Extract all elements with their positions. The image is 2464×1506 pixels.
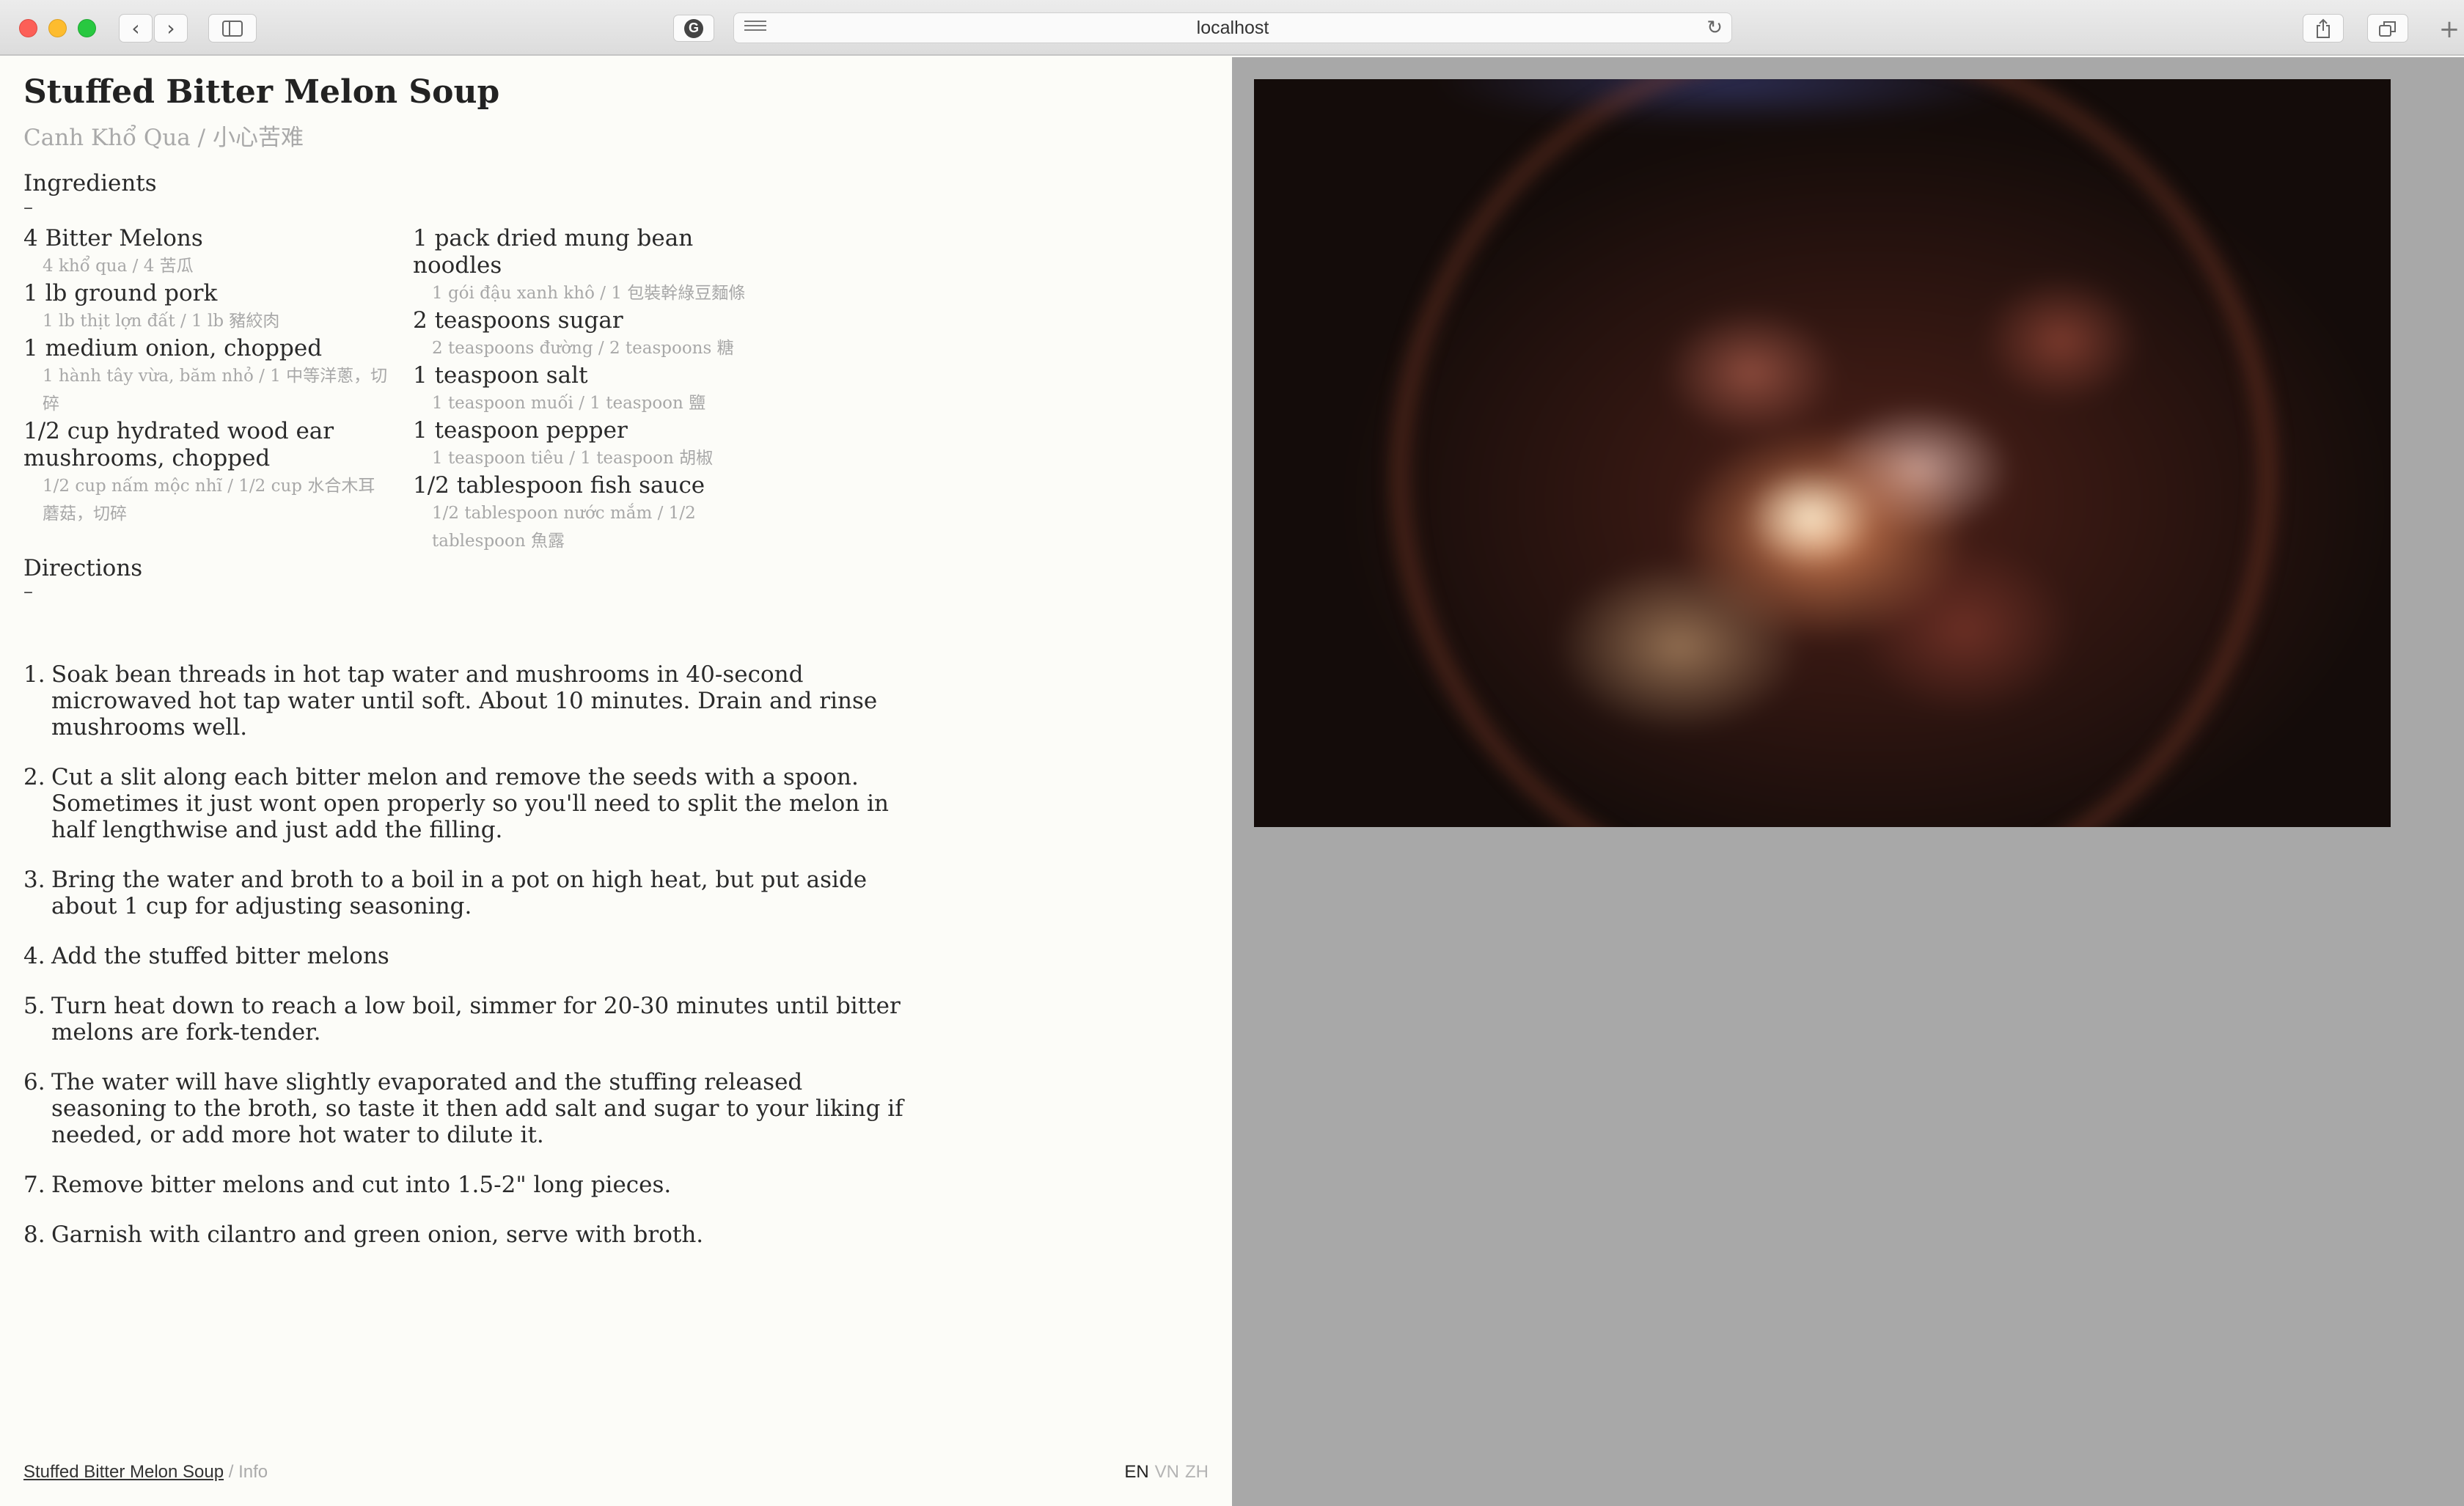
step-text: Bring the water and broth to a boil in a… [51, 867, 868, 919]
ingredients-divider: – [23, 196, 33, 218]
step-text: Add the stuffed bitter melons [51, 943, 389, 969]
browser-toolbar: ‹ › G localhost ↻ + [0, 0, 2464, 56]
step-number: 1. [23, 661, 45, 688]
direction-step: 6. The water will have slightly evaporate… [23, 1069, 918, 1148]
step-number: 5. [23, 993, 45, 1019]
footer-info-link[interactable]: Info [238, 1462, 268, 1482]
ingredient-name: 2 teaspoons sugar [413, 307, 623, 334]
language-option-zh[interactable]: ZH [1185, 1462, 1209, 1482]
directions-list: 1. Soak bean threads in hot tap water and… [23, 661, 918, 1271]
language-option-vn[interactable]: VN [1155, 1462, 1179, 1482]
close-window-button[interactable] [19, 19, 37, 37]
step-number: 4. [23, 943, 45, 969]
ingredient-translation: 4 khổ qua / 4 苦瓜 [43, 257, 194, 276]
ingredients-column-1: 4 Bitter Melons 4 khổ qua / 4 苦瓜 1 lb grou… [23, 225, 390, 528]
language-switcher: EN VN ZH [1118, 1462, 1209, 1483]
ingredient-translation: 1 lb thịt lợn đất / 1 lb 豬絞肉 [43, 312, 280, 331]
reload-icon[interactable]: ↻ [1706, 17, 1723, 39]
url-text: localhost [1196, 18, 1269, 38]
step-number: 6. [23, 1069, 45, 1095]
sidebar-icon [222, 20, 243, 37]
direction-step: 4. Add the stuffed bitter melons [23, 943, 918, 969]
image-pane [1232, 57, 2464, 1506]
language-option-en[interactable]: EN [1124, 1462, 1148, 1482]
sidebar-button[interactable] [208, 14, 257, 43]
step-number: 3. [23, 867, 45, 893]
recipe-subtitle: Canh Khổ Qua / 小心苦难 [23, 125, 304, 151]
ingredient-name: 1 teaspoon pepper [413, 417, 628, 444]
share-icon [2317, 18, 2330, 38]
grammarly-icon: G [684, 18, 703, 38]
footer-recipe-link[interactable]: Stuffed Bitter Melon Soup [23, 1462, 224, 1482]
direction-step: 3. Bring the water and broth to a boil in… [23, 867, 918, 919]
plus-icon: + [2438, 15, 2460, 44]
forward-button[interactable]: › [154, 14, 188, 43]
footer-breadcrumb: Stuffed Bitter Melon Soup / Info [23, 1462, 268, 1483]
direction-step: 5. Turn heat down to reach a low boil, si… [23, 993, 918, 1046]
footer-separator: / [224, 1462, 239, 1482]
ingredient-name: 1/2 tablespoon fish sauce [413, 472, 705, 499]
step-text: Remove bitter melons and cut into 1.5-2"… [51, 1172, 672, 1198]
directions-heading: Directions [23, 555, 143, 581]
ingredient-translation: 1 teaspoon tiêu / 1 teaspoon 胡椒 [432, 449, 714, 468]
address-bar[interactable]: localhost ↻ [733, 12, 1732, 43]
directions-divider: – [23, 581, 33, 603]
ingredient-name: 1 lb ground pork [23, 280, 218, 306]
ingredient-name: 1 teaspoon salt [413, 362, 588, 389]
recipe-pane: Stuffed Bitter Melon Soup Canh Khổ Qua /… [0, 57, 1232, 1506]
ingredients-heading: Ingredients [23, 170, 157, 196]
ingredient-name: 4 Bitter Melons [23, 225, 203, 251]
recipe-photo[interactable] [1254, 79, 2391, 827]
tabs-overview-button[interactable] [2367, 14, 2408, 43]
step-text: The water will have slightly evaporated … [51, 1069, 903, 1148]
tabs-icon [2379, 21, 2396, 37]
direction-step: 2. Cut a slit along each bitter melon and… [23, 764, 918, 843]
back-button[interactable]: ‹ [119, 14, 153, 43]
direction-step: 8. Garnish with cilantro and green onion,… [23, 1222, 918, 1248]
ingredients-column-2: 1 pack dried mung bean noodles 1 gói đậu … [413, 225, 780, 555]
ingredient-translation: 1/2 cup nấm mộc nhĩ / 1/2 cup 水合木耳蘑菇，切碎 [43, 477, 375, 524]
direction-step: 7. Remove bitter melons and cut into 1.5-… [23, 1172, 918, 1198]
ingredient-name: 1 pack dried mung bean noodles [413, 225, 694, 279]
zoom-window-button[interactable] [78, 19, 96, 37]
recipe-title: Stuffed Bitter Melon Soup [23, 73, 500, 111]
step-text: Soak bean threads in hot tap water and m… [51, 661, 878, 741]
photo-bowl-rim [1390, 79, 2277, 827]
chevron-right-icon: › [166, 16, 175, 40]
step-number: 2. [23, 764, 45, 790]
share-button[interactable] [2303, 14, 2344, 43]
ingredient-translation: 1 teaspoon muối / 1 teaspoon 鹽 [432, 394, 706, 413]
ingredient-name: 1 medium onion, chopped [23, 335, 323, 361]
step-number: 8. [23, 1222, 45, 1248]
new-tab-button[interactable]: + [2435, 15, 2464, 51]
ingredient-name: 1/2 cup hydrated wood ear mushrooms, cho… [23, 418, 334, 471]
minimize-window-button[interactable] [48, 19, 67, 37]
ingredient-translation: 1/2 tablespoon nước mắm / 1/2 tablespoon… [432, 504, 696, 551]
ingredient-translation: 1 hành tây vừa, băm nhỏ / 1 中等洋蔥，切碎 [43, 367, 388, 414]
extension-button[interactable]: G [673, 15, 714, 42]
chevron-left-icon: ‹ [131, 16, 140, 40]
step-number: 7. [23, 1172, 45, 1198]
direction-step: 1. Soak bean threads in hot tap water and… [23, 661, 918, 741]
step-text: Cut a slit along each bitter melon and r… [51, 764, 889, 843]
step-text: Garnish with cilantro and green onion, s… [51, 1222, 704, 1248]
ingredient-translation: 2 teaspoons đường / 2 teaspoons 糖 [432, 339, 734, 358]
step-text: Turn heat down to reach a low boil, simm… [51, 993, 901, 1046]
ingredient-translation: 1 gói đậu xanh khô / 1 包裝幹綠豆麵條 [432, 284, 746, 303]
